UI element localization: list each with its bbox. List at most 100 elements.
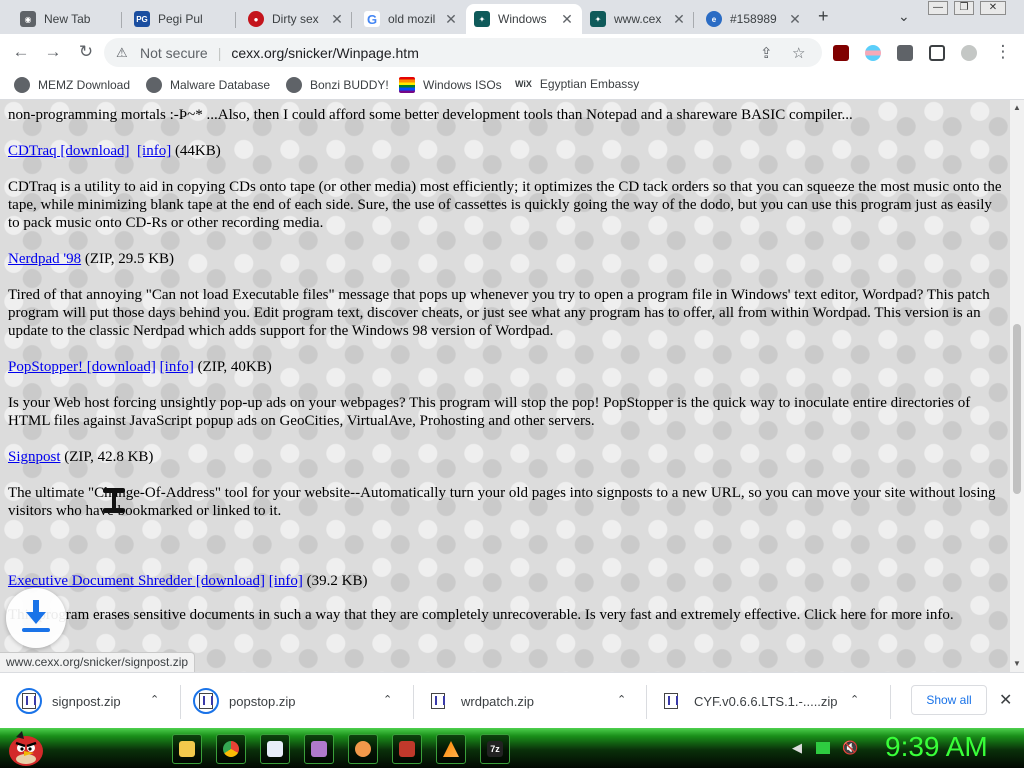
tab-158989[interactable]: e #158989 ✕ [698, 4, 810, 34]
back-icon[interactable]: ← [10, 42, 32, 62]
bookmark-memz[interactable]: MEMZ Download [14, 77, 130, 93]
close-icon[interactable]: ✕ [788, 11, 802, 28]
search-button[interactable] [348, 734, 378, 764]
close-icon[interactable]: ✕ [444, 11, 458, 28]
download-item[interactable]: popstop.zip ⌃ [193, 685, 392, 717]
tab-new-tab[interactable]: ◉ New Tab [12, 4, 122, 34]
ublock-icon[interactable] [833, 45, 849, 61]
tab-search-button[interactable]: ⌄ [898, 8, 910, 25]
page-text-line: non-programming mortals :-Þ~* ...Also, t… [8, 107, 853, 123]
web-page-content: non-programming mortals :-Þ~* ...Also, t… [0, 100, 1010, 672]
chevron-up-icon[interactable]: ⌃ [150, 693, 159, 706]
warning-icon[interactable]: ⚠ [116, 45, 132, 61]
cdtraq-info-link[interactable]: [info] [137, 143, 171, 159]
bookmark-egyptian-embassy[interactable]: WiX Egyptian Embassy [515, 77, 639, 91]
tab-dirty[interactable]: ● Dirty sex ✕ [240, 4, 352, 34]
close-window-button[interactable]: ✕ [980, 1, 1006, 15]
bookmark-label: Malware Database [170, 78, 271, 92]
shredder-download-link[interactable]: Executive Document Shredder [download] [8, 573, 265, 589]
bookmark-star-icon[interactable]: ☆ [792, 44, 805, 62]
address-bar[interactable]: ⚠ Not secure | cexx.org/snicker/Winpage.… [104, 38, 822, 67]
file-explorer-button[interactable] [172, 734, 202, 764]
tray-arrow-icon[interactable]: ◀ [792, 740, 802, 756]
download-item[interactable]: signpost.zip ⌃ [16, 685, 159, 717]
7zip-button[interactable]: 7z [480, 734, 510, 764]
close-icon[interactable]: ✕ [672, 11, 686, 28]
puzzle-icon[interactable] [897, 45, 913, 61]
bonzi-icon [311, 741, 327, 757]
download-filename: signpost.zip [52, 693, 121, 709]
network-icon[interactable] [816, 742, 830, 754]
side-panel-icon[interactable] [929, 45, 945, 61]
tab-windows[interactable]: ✦ Windows ✕ [466, 4, 582, 34]
tab-strip: ◉ New Tab PG Pegi Pul ● Dirty sex ✕ G ol… [0, 0, 1024, 34]
file-explorer-icon [179, 741, 195, 757]
cexx-icon: ✦ [474, 11, 490, 27]
bookmark-label: MEMZ Download [38, 78, 131, 92]
bookmark-bonzi[interactable]: Bonzi BUDDY! [286, 77, 389, 93]
signpost-description: The ultimate "Change-Of-Address" tool fo… [8, 485, 996, 519]
zip-file-icon [664, 693, 678, 709]
extension-flag-icon[interactable] [865, 45, 881, 61]
new-tab-button[interactable]: + [818, 6, 829, 27]
text-cursor-icon [103, 488, 125, 513]
scrollbar-thumb[interactable] [1013, 324, 1021, 494]
document-icon [267, 741, 283, 757]
wix-icon: WiX [515, 79, 532, 89]
forward-icon[interactable]: → [42, 42, 64, 62]
close-shelf-icon[interactable]: ✕ [999, 690, 1012, 710]
shredder-info-link[interactable]: [info] [269, 573, 303, 589]
globe-icon [14, 77, 30, 93]
vlc-button[interactable] [436, 734, 466, 764]
bookmark-malware-database[interactable]: Malware Database [146, 77, 270, 93]
nerdpad-link[interactable]: Nerdpad '98 [8, 251, 81, 267]
tab-old-mozilla[interactable]: G old mozil ✕ [356, 4, 466, 34]
tab-pegi[interactable]: PG Pegi Pul [126, 4, 236, 34]
show-all-button[interactable]: Show all [911, 685, 987, 715]
shelf-divider [890, 685, 891, 719]
scroll-down-icon[interactable]: ▼ [1013, 659, 1021, 668]
share-icon[interactable]: ⇪ [760, 44, 773, 62]
volume-muted-icon[interactable]: 🔇 [842, 740, 858, 756]
chrome-icon: ◉ [20, 11, 36, 27]
document-button[interactable] [260, 734, 290, 764]
security-label[interactable]: Not secure [140, 45, 208, 61]
tab-title: www.cex [614, 12, 662, 26]
tab-title: Dirty sex [272, 12, 319, 26]
popstopper-download-link[interactable]: PopStopper! [download] [8, 359, 156, 375]
chevron-up-icon[interactable]: ⌃ [383, 693, 392, 706]
bonzi-button[interactable] [304, 734, 334, 764]
close-icon[interactable]: ✕ [330, 11, 344, 28]
restore-button[interactable]: ❐ [954, 1, 974, 15]
cdtraq-download-link[interactable]: CDTraq [download] [8, 143, 130, 159]
pegi-icon: PG [134, 11, 150, 27]
reload-icon[interactable]: ↻ [75, 42, 97, 62]
scroll-up-icon[interactable]: ▲ [1013, 103, 1021, 112]
angry-bird-start-icon[interactable] [4, 729, 46, 767]
game-button[interactable] [392, 734, 422, 764]
minimize-button[interactable]: — [928, 1, 948, 15]
tab-separator [121, 12, 122, 28]
popstopper-info-link[interactable]: [info] [160, 359, 194, 375]
clock[interactable]: 9:39 AM [885, 731, 988, 763]
signpost-link[interactable]: Signpost [8, 449, 61, 465]
status-bar-url: www.cexx.org/snicker/signpost.zip [0, 652, 196, 672]
chrome-button[interactable] [216, 734, 246, 764]
download-filename: popstop.zip [229, 693, 296, 709]
tab-cexx[interactable]: ✦ www.cex ✕ [582, 4, 694, 34]
download-item[interactable]: wrdpatch.zip ⌃ [425, 685, 626, 717]
red-circle-icon: ● [248, 11, 264, 27]
chevron-up-icon[interactable]: ⌃ [850, 693, 859, 706]
url-text[interactable]: cexx.org/snicker/Winpage.htm [231, 45, 419, 61]
vertical-scrollbar[interactable]: ▲ ▼ [1010, 100, 1024, 672]
download-item[interactable]: CYF.v0.6.6.LTS.1.-.....zip ⌃ [658, 685, 859, 717]
shredder-size: (39.2 KB) [306, 573, 368, 589]
popstopper-description: Is your Web host forcing unsightly pop-u… [8, 395, 971, 429]
close-icon[interactable]: ✕ [560, 11, 574, 28]
chevron-up-icon[interactable]: ⌃ [617, 693, 626, 706]
profile-avatar[interactable] [961, 45, 977, 61]
menu-icon[interactable]: ⋮ [992, 42, 1014, 62]
download-progress-button[interactable] [6, 588, 66, 648]
zip-file-wrapper [658, 688, 684, 714]
bookmark-windows-isos[interactable]: Windows ISOs [399, 77, 502, 93]
